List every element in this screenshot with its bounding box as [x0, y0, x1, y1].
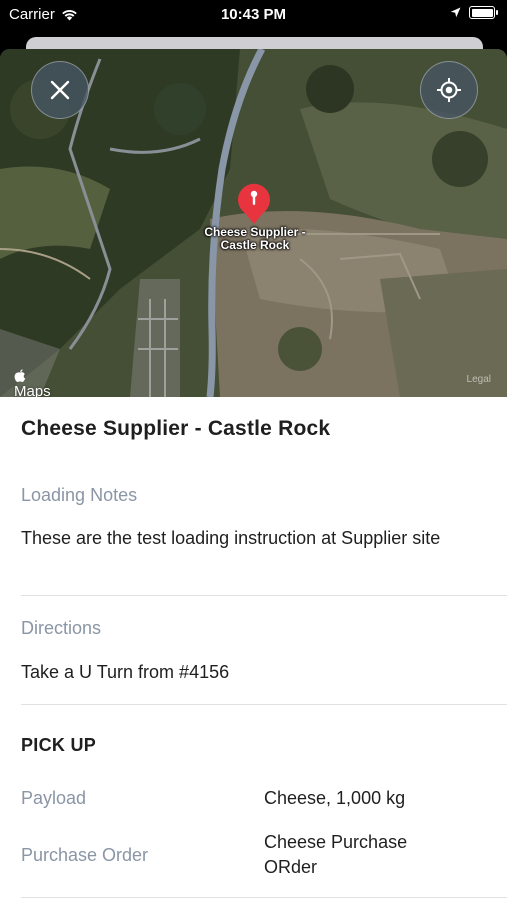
- crosshair-icon: [437, 78, 461, 102]
- location-title: Cheese Supplier - Castle Rock: [21, 417, 331, 440]
- divider: [21, 897, 507, 898]
- location-arrow-icon: [450, 7, 461, 18]
- battery-icon: [469, 6, 498, 19]
- apple-icon: [14, 369, 26, 382]
- map-view[interactable]: Cheese Supplier - Castle Rock Maps Legal: [0, 49, 507, 397]
- pin-label: Cheese Supplier - Castle Rock: [204, 225, 306, 252]
- loading-notes-label: Loading Notes: [21, 485, 138, 505]
- loading-notes-text: These are the test loading instruction a…: [21, 528, 441, 548]
- purchase-order-value: Cheese Purchase ORder: [264, 832, 408, 877]
- map-pin-icon[interactable]: [236, 183, 272, 225]
- purchase-order-label: Purchase Order: [21, 845, 149, 865]
- clock: 10:43 PM: [220, 6, 287, 23]
- divider: [21, 595, 507, 596]
- recenter-button[interactable]: [420, 61, 478, 119]
- directions-text: Take a U Turn from #4156: [21, 662, 230, 682]
- payload-label: Payload: [21, 788, 87, 808]
- status-indicators: [450, 6, 498, 19]
- close-icon: [50, 80, 70, 100]
- divider: [21, 704, 507, 705]
- close-button[interactable]: [31, 61, 89, 119]
- location-details: Cheese Supplier - Castle Rock Loading No…: [0, 397, 507, 900]
- directions-label: Directions: [21, 618, 102, 638]
- status-bar: Carrier 10:43 PM: [0, 0, 507, 30]
- pickup-heading: PICK UP: [21, 735, 97, 755]
- payload-value: Cheese, 1,000 kg: [264, 788, 406, 808]
- maps-logo: Maps: [14, 369, 51, 397]
- legal-link[interactable]: Legal: [467, 374, 491, 385]
